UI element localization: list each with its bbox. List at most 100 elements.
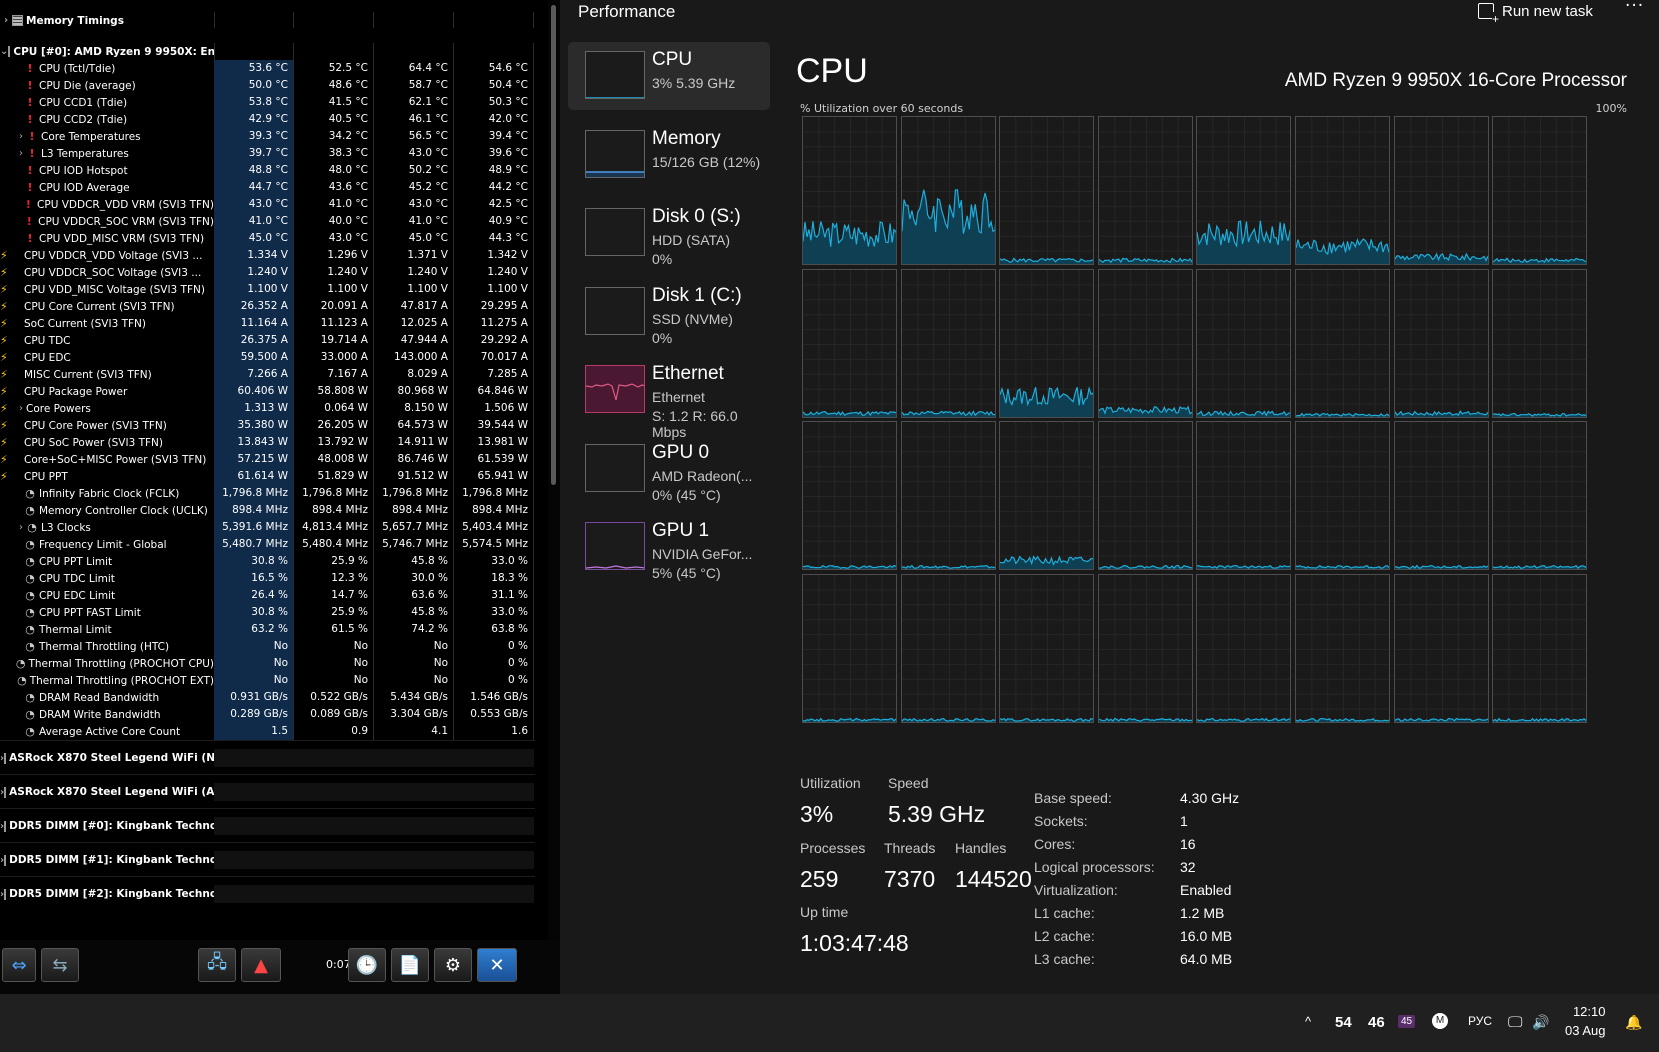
sensor-list[interactable]: › Memory Timings ⌄ CPU [#0]: AMD Ryzen 9 99… <box>0 12 535 940</box>
sensor-row[interactable]: ⚡ CPU Package Power 60.406 W 58.808 W 80.968… <box>0 383 535 400</box>
processor-graph[interactable] <box>900 268 996 418</box>
sensor-row[interactable]: ◔ DRAM Read Bandwidth 0.931 GB/s 0.522 GB/s… <box>0 689 535 706</box>
sensor-row[interactable]: ⚡ CPU VDDCR_VDD Voltage (SVI3 ... 1.334 V 1… <box>0 247 535 264</box>
sensor-row[interactable]: ◔ Thermal Throttling (HTC) No No No 0 % <box>0 638 535 655</box>
sensor-group-header[interactable]: ⌄ CPU [#0]: AMD Ryzen 9 9950X: Enhanced <box>0 43 535 60</box>
processor-graph[interactable] <box>1393 116 1489 265</box>
sensor-row[interactable]: ◔ Average Active Core Count 1.5 0.9 4.1 1.6 <box>0 723 535 740</box>
processor-graph[interactable] <box>1097 573 1193 723</box>
processor-graph[interactable] <box>999 116 1095 265</box>
sensor-row[interactable]: ⚡ CPU TDC 26.375 A 19.714 A 47.944 A 29.292 A <box>0 332 535 349</box>
processor-graph[interactable] <box>1196 116 1292 265</box>
run-new-task-button[interactable]: Run new task <box>1478 0 1593 26</box>
sensor-row[interactable]: › ⚡ Core Powers 1.313 W 0.064 W 8.150 W 1.506 … <box>0 400 535 417</box>
chevron-down-icon[interactable]: ⌄ <box>0 46 8 57</box>
processor-graph[interactable] <box>1097 268 1193 418</box>
processor-graph[interactable] <box>1196 268 1292 418</box>
expand-arrows-button[interactable]: ⇔ <box>2 948 36 982</box>
processor-graph[interactable] <box>1393 421 1489 570</box>
device-gpu-0[interactable]: GPU 0 AMD Radeon(... 0% (45 °C) <box>568 435 770 503</box>
processor-graph[interactable] <box>1295 421 1390 570</box>
language-indicator[interactable]: РУС <box>1468 1014 1492 1028</box>
processor-graph[interactable] <box>1196 421 1292 570</box>
processor-graph[interactable] <box>1295 268 1390 418</box>
network-button[interactable]: 🖧 <box>198 948 236 982</box>
sensor-row[interactable]: ⚡ CPU PPT 61.614 W 51.829 W 91.512 W 65.941 W <box>0 468 535 485</box>
scrollbar-thumb[interactable] <box>551 5 556 485</box>
device-memory[interactable]: Memory 15/126 GB (12%) <box>568 121 770 189</box>
processor-graph[interactable] <box>1492 116 1588 265</box>
sensor-row[interactable]: ◔ Memory Controller Clock (UCLK) 898.4 MHz… <box>0 502 535 519</box>
processor-graph[interactable] <box>802 421 897 570</box>
device-gpu-1[interactable]: GPU 1 NVIDIA GeFor... 5% (45 °C) <box>568 513 770 581</box>
processor-graph[interactable] <box>1295 573 1390 723</box>
sensor-row[interactable]: ◔ DRAM Write Bandwidth 0.289 GB/s 0.089 GB/… <box>0 706 535 723</box>
tray-chevron-icon[interactable]: ^ <box>1305 1014 1311 1029</box>
sensor-row[interactable]: ⚡ MISC Current (SVI3 TFN) 7.266 A 7.167 A 8.… <box>0 366 535 383</box>
sensor-row[interactable]: ⚡ SoC Current (SVI3 TFN) 11.164 A 11.123 A 1… <box>0 315 535 332</box>
sensor-row[interactable]: › ◔ L3 Clocks 5,391.6 MHz 4,813.4 MHz 5,657.7… <box>0 519 535 536</box>
clock[interactable]: 12:10 03 Aug <box>1565 1002 1606 1040</box>
sensor-row[interactable]: ◔ Frequency Limit - Global 5,480.7 MHz 5,48… <box>0 536 535 553</box>
sensor-row[interactable]: ⚡ CPU VDDCR_SOC Voltage (SVI3 ... 1.240 V 1… <box>0 264 535 281</box>
tray-badge[interactable]: 45 <box>1398 1015 1416 1028</box>
processor-graph[interactable] <box>999 268 1095 418</box>
processor-graph[interactable] <box>900 421 996 570</box>
processor-graph[interactable] <box>900 116 996 265</box>
sensor-row[interactable]: ! CPU CCD1 (Tdie) 53.8 °C 41.5 °C 62.1 °C 50.… <box>0 94 535 111</box>
reset-clock-button[interactable]: 🕒 <box>348 948 386 982</box>
sensor-row[interactable]: ! CPU VDD_MISC VRM (SVI3 TFN) 45.0 °C 43.0 … <box>0 230 535 247</box>
sensor-group[interactable]: ›ASRock X870 Steel Legend WiFi (Nuvoton … <box>0 740 535 774</box>
tray-gpu-temp[interactable]: 46 <box>1368 1014 1385 1031</box>
logical-processor-graphs[interactable] <box>802 116 1592 726</box>
sensor-row[interactable]: ⚡ CPU Core Current (SVI3 TFN) 26.352 A 20.0… <box>0 298 535 315</box>
sensor-scrollbar[interactable] <box>548 0 560 994</box>
sensor-row[interactable]: ◔ Thermal Throttling (PROCHOT CPU) No No No 0… <box>0 655 535 672</box>
processor-graph[interactable] <box>999 573 1095 723</box>
processor-graph[interactable] <box>1492 573 1588 723</box>
collapse-arrows-button[interactable]: ⇆ <box>41 948 79 982</box>
processor-graph[interactable] <box>802 573 897 723</box>
sensor-row[interactable]: ! CPU IOD Hotspot 48.8 °C 48.0 °C 50.2 °C 48.… <box>0 162 535 179</box>
sensor-row[interactable]: ◔ CPU TDC Limit 16.5 % 12.3 % 30.0 % 18.3 % <box>0 570 535 587</box>
sensor-row[interactable]: ⚡ CPU EDC 59.500 A 33.000 A 143.000 A 70.017 … <box>0 349 535 366</box>
sensor-row[interactable]: ! CPU VDDCR_SOC VRM (SVI3 TFN) 41.0 °C 40.0… <box>0 213 535 230</box>
sensor-row[interactable]: ! CPU Die (average) 50.0 °C 48.6 °C 58.7 °C 5… <box>0 77 535 94</box>
sensor-row[interactable]: ›! L3 Temperatures 39.7 °C 38.3 °C 43.0 °C 39… <box>0 145 535 162</box>
processor-graph[interactable] <box>1295 116 1390 265</box>
sensor-row[interactable]: ◔ Thermal Throttling (PROCHOT EXT) No No No 0… <box>0 672 535 689</box>
device-cpu[interactable]: CPU 3% 5.39 GHz <box>568 42 770 110</box>
processor-graph[interactable] <box>1097 421 1193 570</box>
sensor-group-header[interactable]: › Memory Timings <box>0 12 535 28</box>
sensor-group[interactable]: ›ASRock X870 Steel Legend WiFi (AMD Chip… <box>0 774 535 808</box>
chevron-right-icon[interactable]: › <box>16 148 26 159</box>
processor-graph[interactable] <box>802 268 897 418</box>
processor-graph[interactable] <box>1492 421 1588 570</box>
processor-graph[interactable] <box>1196 573 1292 723</box>
sensor-group[interactable]: ›DDR5 DIMM [#1]: Kingbank Technology <box>0 842 535 876</box>
close-button[interactable]: ✕ <box>477 948 517 982</box>
sensor-row[interactable]: ◔ Thermal Limit 63.2 % 61.5 % 74.2 % 63.8 % <box>0 621 535 638</box>
sensor-row[interactable]: ⚡ Core+SoC+MISC Power (SVI3 TFN) 57.215 W 4… <box>0 451 535 468</box>
report-button[interactable]: 📄 <box>391 948 429 982</box>
sensor-row[interactable]: ◔ Infinity Fabric Clock (FCLK) 1,796.8 MHz… <box>0 485 535 502</box>
tray-cpu-temp[interactable]: 54 <box>1335 1014 1352 1031</box>
device-ethernet[interactable]: Ethernet Ethernet S: 1.2 R: 66.0 Mbps <box>568 356 770 440</box>
chevron-right-icon[interactable]: › <box>16 522 26 533</box>
sensor-row[interactable]: ⚡ CPU Core Power (SVI3 TFN) 35.380 W 26.205… <box>0 417 535 434</box>
sensor-group[interactable]: ›DDR5 DIMM [#2]: Kingbank Technology <box>0 876 535 910</box>
processor-graph[interactable] <box>1393 268 1489 418</box>
chevron-right-icon[interactable]: › <box>16 403 26 414</box>
processor-graph[interactable] <box>1393 573 1489 723</box>
sensor-row[interactable]: ! CPU CCD2 (Tdie) 42.9 °C 40.5 °C 46.1 °C 42.… <box>0 111 535 128</box>
processor-graph[interactable] <box>1492 268 1588 418</box>
network-icon[interactable]: 🖵 <box>1508 1014 1522 1031</box>
sensor-group[interactable]: ›DDR5 DIMM [#0]: Kingbank Technology <box>0 808 535 842</box>
device-disk-0-s[interactable]: Disk 0 (S:) HDD (SATA) 0% <box>568 199 770 267</box>
processor-graph[interactable] <box>802 116 897 265</box>
volume-icon[interactable]: 🔊 <box>1532 1014 1549 1031</box>
processor-graph[interactable] <box>900 573 996 723</box>
chevron-right-icon[interactable]: › <box>0 15 12 26</box>
m-app-icon[interactable]: M <box>1432 1013 1448 1029</box>
more-options-button[interactable]: ··· <box>1625 0 1644 16</box>
